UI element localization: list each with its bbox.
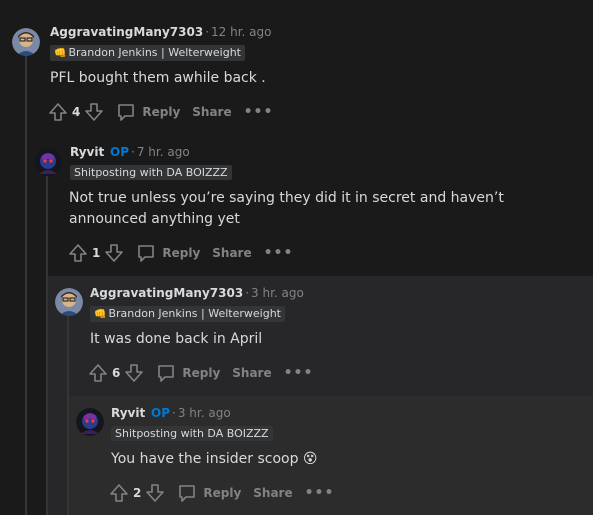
reply-label: Reply (203, 486, 242, 500)
comment-body: You have the insider scoop 😵 (111, 451, 318, 467)
thread-line[interactable] (46, 176, 48, 515)
username[interactable]: AggravatingMany7303 (90, 286, 243, 300)
share-button[interactable]: Share (192, 105, 231, 119)
vote-score: 6 (112, 366, 121, 380)
op-badge: OP (110, 145, 130, 159)
thread-line[interactable] (67, 316, 69, 515)
upvote-icon[interactable] (88, 363, 108, 383)
user-flair: 👊 Brandon Jenkins | Welterweight (50, 45, 245, 61)
username[interactable]: AggravatingMany7303 (50, 25, 203, 39)
timestamp[interactable]: 12 hr. ago (211, 25, 271, 39)
separator-dot: · (172, 406, 176, 420)
thread-line[interactable] (25, 56, 27, 515)
reply-label: Reply (162, 246, 201, 260)
comment-header: Ryvit OP · 7 hr. ago (70, 144, 190, 160)
more-options-icon[interactable]: ••• (264, 245, 294, 261)
timestamp[interactable]: 3 hr. ago (251, 286, 304, 300)
comment-actions: 6 Reply Share ••• (88, 361, 313, 385)
user-flair: Shitposting with DA BOIZZZ (70, 165, 232, 180)
comment-body: PFL bought them awhile back . (50, 70, 266, 86)
share-button[interactable]: Share (212, 246, 251, 260)
timestamp[interactable]: 7 hr. ago (137, 145, 190, 159)
fist-icon: 👊 (54, 48, 67, 59)
comment-actions: 1 Reply Share ••• (68, 241, 293, 265)
comment-header: Ryvit OP · 3 hr. ago (111, 405, 231, 421)
comment-bubble-icon (118, 104, 135, 121)
separator-dot: · (131, 145, 135, 159)
upvote-icon[interactable] (109, 483, 129, 503)
reply-button[interactable]: Reply (116, 102, 180, 122)
vote-score: 1 (92, 246, 101, 260)
flair-text: Shitposting with DA BOIZZZ (74, 166, 228, 179)
flair-text: Brandon Jenkins | Welterweight (108, 307, 281, 320)
upvote-icon[interactable] (68, 243, 88, 263)
flair-text: Brandon Jenkins | Welterweight (68, 46, 241, 59)
downvote-icon[interactable] (145, 483, 165, 503)
op-badge: OP (151, 406, 171, 420)
user-flair: 👊 Brandon Jenkins | Welterweight (90, 306, 285, 322)
share-button[interactable]: Share (253, 486, 292, 500)
reply-label: Reply (142, 105, 181, 119)
comment-header: AggravatingMany7303 · 12 hr. ago (50, 24, 271, 40)
avatar[interactable] (55, 288, 83, 316)
user-flair: Shitposting with DA BOIZZZ (111, 426, 273, 441)
username[interactable]: Ryvit (111, 406, 145, 420)
fist-icon: 👊 (94, 309, 107, 320)
comment-body: Not true unless you’re saying they did i… (69, 190, 504, 227)
comment-header: AggravatingMany7303 · 3 hr. ago (90, 285, 304, 301)
avatar[interactable] (76, 408, 104, 436)
reply-button[interactable]: Reply (156, 363, 220, 383)
comment-bubble-icon (179, 485, 196, 502)
comment-body: It was done back in April (90, 331, 263, 347)
comment-bubble-icon (138, 245, 155, 262)
username[interactable]: Ryvit (70, 145, 104, 159)
more-options-icon[interactable]: ••• (305, 485, 335, 501)
separator-dot: · (205, 25, 210, 39)
separator-dot: · (245, 286, 250, 300)
comment-actions: 2 Reply Share ••• (109, 481, 334, 505)
comment-bubble-icon (158, 365, 175, 382)
avatar[interactable] (12, 28, 40, 56)
vote-score: 4 (72, 105, 81, 119)
share-button[interactable]: Share (232, 366, 271, 380)
vote-score: 2 (133, 486, 142, 500)
downvote-icon[interactable] (124, 363, 144, 383)
more-options-icon[interactable]: ••• (244, 104, 274, 120)
downvote-icon[interactable] (84, 102, 104, 122)
timestamp[interactable]: 3 hr. ago (178, 406, 231, 420)
comment-actions: 4 Reply Share ••• (48, 100, 273, 124)
more-options-icon[interactable]: ••• (284, 365, 314, 381)
reply-button[interactable]: Reply (177, 483, 241, 503)
upvote-icon[interactable] (48, 102, 68, 122)
avatar[interactable] (34, 148, 62, 176)
downvote-icon[interactable] (104, 243, 124, 263)
reply-label: Reply (182, 366, 221, 380)
flair-text: Shitposting with DA BOIZZZ (115, 427, 269, 440)
reply-button[interactable]: Reply (136, 243, 200, 263)
